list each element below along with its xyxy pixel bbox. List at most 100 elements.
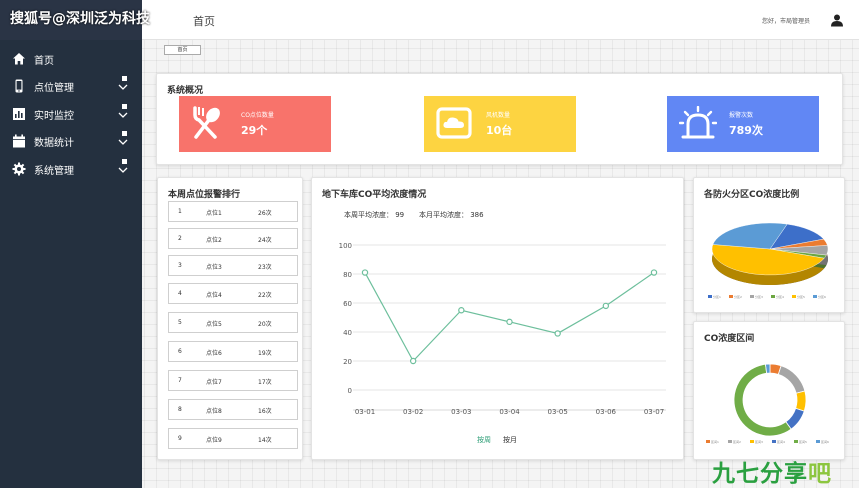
legend-label: 分区1: [713, 294, 721, 299]
x-tick-label: 03-04: [499, 408, 520, 416]
line-chart: 0 20 40 60 80 100 03-01 03-02 03-03 03-04 03-05 03-…: [339, 242, 666, 416]
bar-chart-icon: [13, 108, 25, 120]
legend-label: 分区5: [797, 294, 805, 299]
table-row[interactable]: 2 点位2 24次: [168, 228, 298, 249]
logo-accent-text: 吧: [808, 461, 832, 487]
data-point: [650, 269, 658, 276]
calendar-icon: [13, 134, 25, 148]
donut-slice: [795, 390, 807, 412]
sidebar: 首页 点位管理 实时监控 数据统计 系统管理: [0, 40, 142, 488]
rank-point-name: 点位1: [206, 210, 222, 217]
chevron-down-icon: [118, 104, 128, 118]
legend-label: 区间4: [777, 439, 785, 444]
legend-label: 区间6: [821, 439, 829, 444]
data-point: [602, 302, 610, 310]
stat-value: 10台: [486, 124, 513, 137]
legend-swatch: [750, 295, 754, 298]
legend-swatch: [772, 440, 776, 443]
table-row[interactable]: 4 点位4 22次: [168, 283, 298, 304]
rank-index: 8: [178, 406, 182, 413]
breadcrumb[interactable]: 首页: [164, 45, 201, 55]
overview-title: 系统概况: [167, 86, 204, 96]
rank-alarm-count: 16次: [258, 408, 272, 415]
legend-label: 区间2: [733, 439, 741, 444]
legend-swatch: [708, 295, 712, 298]
sidebar-item-label: 首页: [34, 56, 54, 67]
overview-panel: 系统概况 CO点位数量 29个 风机数量 10台 报警次数 789次: [156, 73, 843, 165]
stat-label: CO点位数量: [241, 112, 274, 119]
rank-index: 7: [178, 377, 182, 384]
x-tick-label: 03-07: [644, 408, 664, 416]
stat-card-alarms: 报警次数 789次: [667, 96, 819, 152]
rank-alarm-count: 14次: [258, 437, 272, 444]
data-point: [458, 307, 465, 314]
cloud-monitor-icon: [436, 107, 472, 139]
legend-swatch: [816, 440, 820, 443]
rank-index: 4: [178, 290, 182, 297]
ranking-title: 本周点位报警排行: [168, 190, 241, 200]
user-icon[interactable]: [830, 13, 844, 27]
alarm-light-icon: [679, 106, 717, 139]
stat-value: 789次: [729, 124, 763, 137]
x-tick-label: 03-01: [355, 408, 375, 416]
watermark: 搜狐号@深圳泛为科技: [10, 11, 150, 27]
legend-swatch: [729, 295, 733, 298]
y-tick-label: 0: [348, 387, 352, 395]
sidebar-item-points[interactable]: 点位管理: [0, 73, 142, 99]
donut-slice: [777, 365, 806, 394]
rank-point-name: 点位4: [206, 292, 222, 299]
table-row[interactable]: 9 点位9 14次: [168, 428, 298, 449]
data-point: [554, 330, 561, 337]
stat-card-co-points: CO点位数量 29个: [179, 96, 331, 152]
legend-label: 分区4: [776, 294, 784, 299]
table-row[interactable]: 6 点位6 19次: [168, 341, 298, 362]
rank-index: 9: [178, 435, 182, 442]
legend-label: 区间5: [799, 439, 807, 444]
sidebar-item-label: 数据统计: [34, 138, 74, 149]
table-row[interactable]: 5 点位5 20次: [168, 312, 298, 333]
rank-index: 1: [178, 208, 182, 215]
rank-index: 3: [178, 262, 182, 269]
legend-label: 区间3: [755, 439, 763, 444]
gear-icon: [12, 162, 26, 176]
sidebar-item-stats[interactable]: 数据统计: [0, 128, 142, 154]
rank-alarm-count: 17次: [258, 379, 272, 386]
data-point: [409, 357, 417, 365]
pie-chart: 分区1 分区2 分区3 分区4 分区5 分区6: [708, 222, 829, 299]
tab-by-month[interactable]: 按月: [503, 435, 517, 445]
greeting-text: 您好，市局管理员: [762, 18, 811, 25]
sidebar-item-home[interactable]: 首页: [0, 46, 142, 72]
legend-label: 分区6: [818, 294, 826, 299]
donut-slice: [765, 363, 771, 374]
y-tick-label: 80: [343, 271, 352, 279]
chevron-down-icon: [118, 159, 128, 173]
sidebar-item-monitor[interactable]: 实时监控: [0, 101, 142, 127]
rank-point-name: 点位9: [206, 437, 222, 444]
pie-chart-panel: 各防火分区CO浓度比例 分区1 分区2 分区3 分区4 分区5 分区6: [693, 177, 845, 313]
sidebar-item-label: 点位管理: [34, 83, 74, 94]
legend-swatch: [706, 440, 710, 443]
table-row[interactable]: 8 点位8 16次: [168, 399, 298, 420]
rank-alarm-count: 23次: [258, 264, 272, 271]
rank-index: 5: [178, 319, 182, 326]
table-row[interactable]: 7 点位7 17次: [168, 370, 298, 391]
stat-value: 29个: [241, 124, 268, 137]
rank-point-name: 点位8: [206, 408, 222, 415]
x-tick-label: 03-05: [547, 408, 567, 416]
legend-swatch: [794, 440, 798, 443]
tab-by-week[interactable]: 按周: [477, 435, 491, 445]
legend-swatch: [750, 440, 754, 443]
data-point: [361, 269, 369, 276]
table-row[interactable]: 1 点位1 26次: [168, 201, 298, 222]
rank-alarm-count: 26次: [258, 210, 272, 217]
rank-point-name: 点位3: [206, 264, 222, 271]
sidebar-item-label: 系统管理: [34, 166, 74, 177]
table-row[interactable]: 3 点位3 23次: [168, 255, 298, 276]
line-chart-panel: 地下车库CO平均浓度情况 本周平均浓度： 99 本月平均浓度： 386 0 20 4…: [311, 177, 684, 460]
rank-alarm-count: 22次: [258, 292, 272, 299]
rank-index: 6: [178, 348, 182, 355]
rank-alarm-count: 19次: [258, 350, 272, 357]
stat-card-fans: 风机数量 10台: [424, 96, 576, 152]
sidebar-item-system[interactable]: 系统管理: [0, 156, 142, 182]
home-icon: [13, 53, 25, 65]
